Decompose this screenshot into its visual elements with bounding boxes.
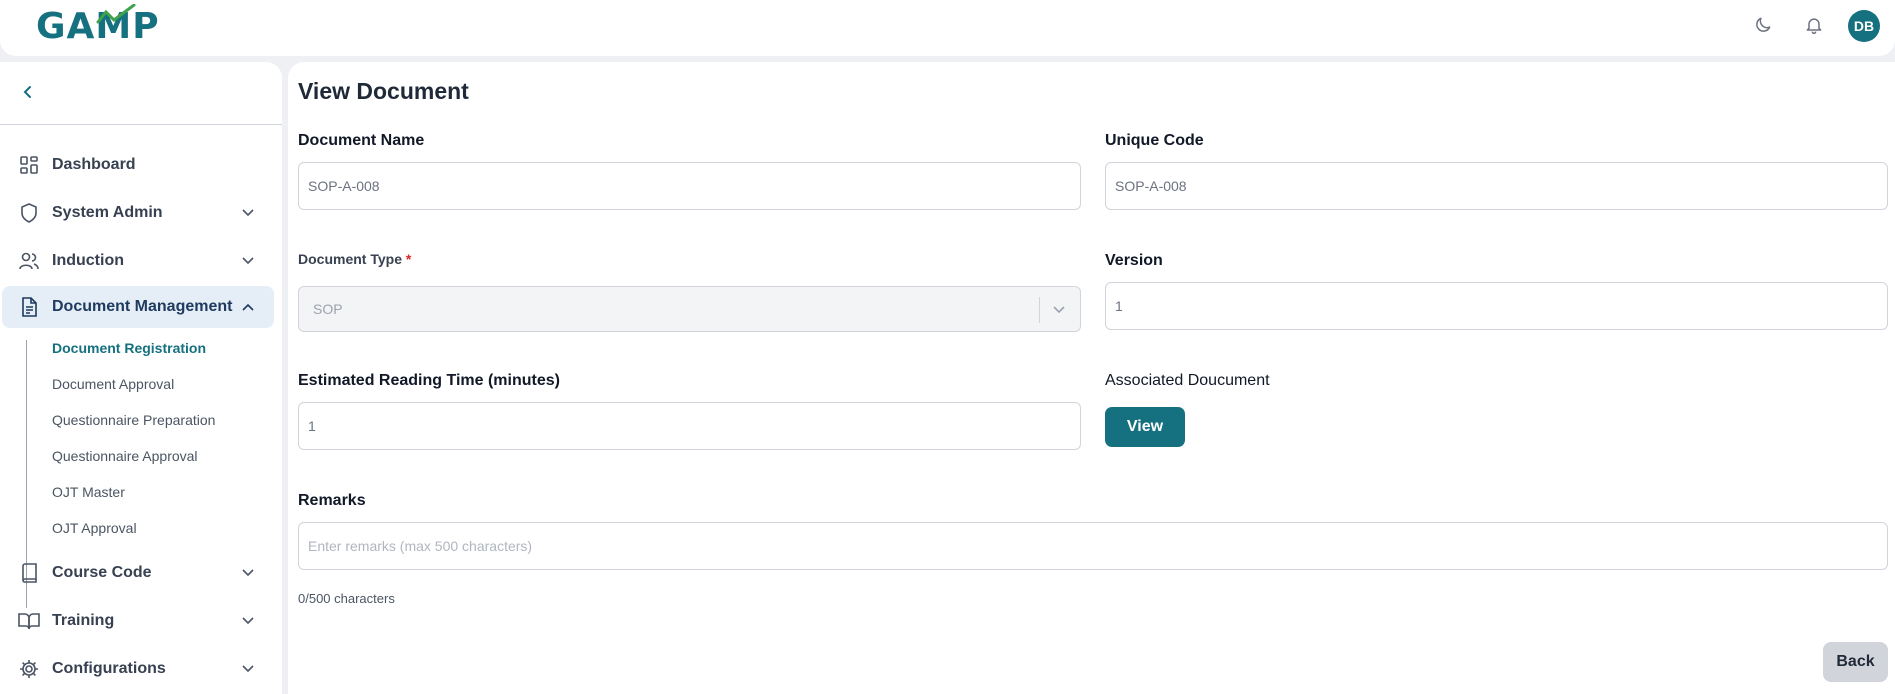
document-type-value: SOP xyxy=(313,301,343,317)
remarks-character-counter: 0/500 characters xyxy=(298,591,395,606)
main-content: View Document Document Name SOP-A-008 Un… xyxy=(288,62,1895,694)
chevron-down-icon xyxy=(240,205,256,221)
remarks-label: Remarks xyxy=(298,492,366,509)
shield-icon xyxy=(18,202,40,224)
view-associated-document-button[interactable]: View xyxy=(1105,407,1185,447)
sub-item-ojt-master[interactable]: OJT Master xyxy=(52,482,125,502)
sub-item-ojt-approval[interactable]: OJT Approval xyxy=(52,518,137,538)
book-icon xyxy=(18,562,40,584)
logo-check-icon xyxy=(96,4,136,24)
sidebar-item-label: Configurations xyxy=(52,660,166,677)
sidebar-item-configurations[interactable]: Configurations xyxy=(2,648,274,690)
sidebar-item-system-admin[interactable]: System Admin xyxy=(2,192,274,234)
sidebar-item-label: Induction xyxy=(52,252,124,269)
document-type-select[interactable]: SOP xyxy=(298,286,1081,332)
sidebar-divider xyxy=(0,124,282,125)
sub-item-questionnaire-preparation[interactable]: Questionnaire Preparation xyxy=(52,410,215,430)
chevron-down-icon xyxy=(240,565,256,581)
gear-icon xyxy=(18,658,40,680)
unique-code-label: Unique Code xyxy=(1105,132,1204,149)
gamp-logo[interactable]: GAMP xyxy=(36,2,160,50)
chevron-left-icon[interactable] xyxy=(18,82,38,102)
sidebar-item-induction[interactable]: Induction xyxy=(2,240,274,282)
chevron-up-icon xyxy=(240,299,256,315)
document-name-label: Document Name xyxy=(298,132,425,149)
chevron-down-icon xyxy=(240,253,256,269)
page-title: View Document xyxy=(298,78,469,104)
required-mark: * xyxy=(405,251,412,267)
top-bar: GAMP DB xyxy=(0,0,1895,56)
open-book-icon xyxy=(18,610,40,632)
sidebar-item-training[interactable]: Training xyxy=(2,600,274,642)
chevron-down-icon xyxy=(1050,301,1068,319)
users-icon xyxy=(18,250,40,272)
sub-item-document-approval[interactable]: Document Approval xyxy=(52,374,174,394)
back-button[interactable]: Back xyxy=(1823,642,1888,682)
sidebar-item-document-management[interactable]: Document Management xyxy=(2,286,274,328)
user-avatar[interactable]: DB xyxy=(1848,10,1880,42)
remarks-field[interactable]: Enter remarks (max 500 characters) xyxy=(298,522,1888,570)
reading-time-field[interactable]: 1 xyxy=(298,402,1081,450)
document-name-field[interactable]: SOP-A-008 xyxy=(298,162,1081,210)
sidebar-item-course-code[interactable]: Course Code xyxy=(2,552,274,594)
unique-code-field[interactable]: SOP-A-008 xyxy=(1105,162,1888,210)
moon-icon[interactable] xyxy=(1750,12,1776,38)
sidebar-item-label: Course Code xyxy=(52,564,152,581)
bell-icon[interactable] xyxy=(1801,12,1827,38)
document-type-label-text: Document Type xyxy=(298,251,402,267)
chevron-down-icon xyxy=(240,661,256,677)
sidebar: Dashboard System Admin Induction Documen… xyxy=(0,62,282,694)
sidebar-item-label: Training xyxy=(52,612,115,629)
document-type-label: Document Type * xyxy=(298,251,411,267)
chevron-down-icon xyxy=(240,613,256,629)
sidebar-item-label: Document Management xyxy=(52,298,233,315)
sidebar-item-dashboard[interactable]: Dashboard xyxy=(2,144,274,186)
sub-item-questionnaire-approval[interactable]: Questionnaire Approval xyxy=(52,446,198,466)
sidebar-item-label: System Admin xyxy=(52,204,163,221)
sidebar-item-label: Dashboard xyxy=(52,156,136,173)
select-separator xyxy=(1039,297,1040,323)
document-icon xyxy=(18,296,40,318)
reading-time-label: Estimated Reading Time (minutes) xyxy=(298,372,560,389)
sub-item-document-registration[interactable]: Document Registration xyxy=(52,338,206,358)
version-label: Version xyxy=(1105,252,1163,269)
associated-document-label: Associated Doucument xyxy=(1105,372,1270,389)
version-field[interactable]: 1 xyxy=(1105,282,1888,330)
grid-icon xyxy=(18,154,40,176)
